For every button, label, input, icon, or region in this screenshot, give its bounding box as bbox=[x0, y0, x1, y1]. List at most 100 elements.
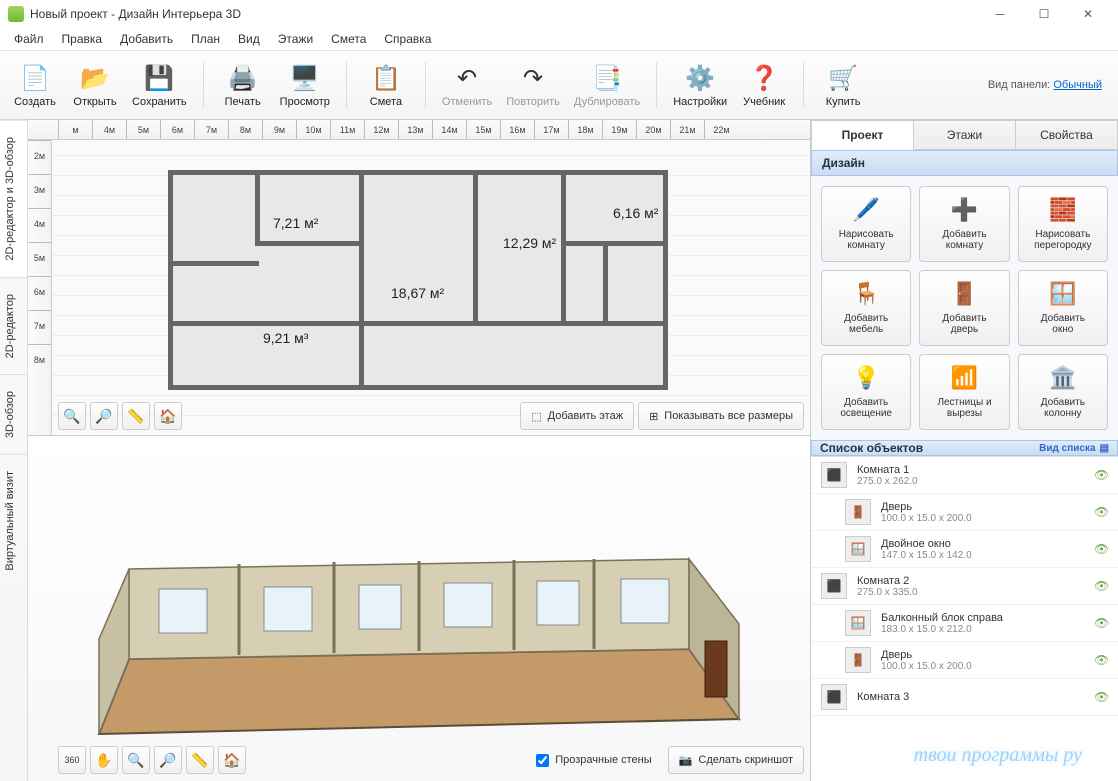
canvas-area: м4м5м6м7м8м9м10м11м12м13м14м15м16м17м18м… bbox=[28, 120, 810, 781]
zoom-in-3d-button[interactable]: 🔎 bbox=[154, 746, 182, 774]
ruler-horizontal: м4м5м6м7м8м9м10м11м12м13м14м15м16м17м18м… bbox=[28, 120, 810, 140]
tool-grid: 🖊️Нарисоватькомнату➕Добавитькомнату🧱Нари… bbox=[811, 176, 1118, 440]
tool-add-window[interactable]: 🪟Добавитьокно bbox=[1018, 270, 1108, 346]
zoom-out-button[interactable]: 🔍 bbox=[58, 402, 86, 430]
object-item[interactable]: 🪟Двойное окно147.0 x 15.0 x 142.0👁 bbox=[811, 531, 1118, 568]
add-room-icon: ➕ bbox=[950, 197, 978, 225]
visibility-icon[interactable]: 👁 bbox=[1094, 653, 1108, 667]
undo-button[interactable]: ↶Отменить bbox=[436, 58, 498, 112]
tool-stairs[interactable]: 📶Лестницы ивырезы bbox=[919, 354, 1009, 430]
tool-add-column[interactable]: 🏛️Добавитьколонну bbox=[1018, 354, 1108, 430]
wall[interactable] bbox=[561, 241, 665, 246]
transparent-walls-checkbox[interactable]: Прозрачные стены bbox=[536, 754, 651, 767]
visibility-icon[interactable]: 👁 bbox=[1094, 542, 1108, 556]
close-button[interactable]: ✕ bbox=[1066, 0, 1110, 28]
side-tabs: 2D-редактор и 3D-обзор2D-редактор3D-обзо… bbox=[0, 120, 28, 781]
titlebar: Новый проект - Дизайн Интерьера 3D ─ ☐ ✕ bbox=[0, 0, 1118, 28]
buy-button[interactable]: 🛒Купить bbox=[814, 58, 872, 112]
room-icon: ⬛ bbox=[821, 684, 847, 710]
wall[interactable] bbox=[603, 241, 608, 321]
add-door-icon: 🚪 bbox=[950, 281, 978, 309]
visibility-icon[interactable]: 👁 bbox=[1094, 579, 1108, 593]
ruler-3d-button[interactable]: 📏 bbox=[186, 746, 214, 774]
menu-Вид[interactable]: Вид bbox=[230, 30, 268, 48]
menu-Справка[interactable]: Справка bbox=[376, 30, 439, 48]
open-button[interactable]: 📂Открыть bbox=[66, 58, 124, 112]
visibility-icon[interactable]: 👁 bbox=[1094, 468, 1108, 482]
wall[interactable] bbox=[561, 175, 566, 325]
maximize-button[interactable]: ☐ bbox=[1022, 0, 1066, 28]
tool-add-furn[interactable]: 🪑Добавитьмебель bbox=[821, 270, 911, 346]
floorplan[interactable]: 7,21 м²18,67 м²12,29 м²6,16 м²9,21 м³ bbox=[168, 170, 668, 390]
panel-mode: Вид панели: Обычный bbox=[988, 79, 1112, 91]
wall[interactable] bbox=[473, 175, 478, 321]
camera-icon: 📷 bbox=[679, 754, 693, 767]
home-3d-button[interactable]: 🏠 bbox=[218, 746, 246, 774]
right-tab-Этажи[interactable]: Этажи bbox=[914, 120, 1016, 150]
window-icon: 🪟 bbox=[845, 536, 871, 562]
tool-draw-room[interactable]: 🖊️Нарисоватькомнату bbox=[821, 186, 911, 262]
help-button[interactable]: ❓Учебник bbox=[735, 58, 793, 112]
menu-План[interactable]: План bbox=[183, 30, 228, 48]
home-button[interactable]: 🏠 bbox=[154, 402, 182, 430]
visibility-icon[interactable]: 👁 bbox=[1094, 505, 1108, 519]
new-button[interactable]: 📄Создать bbox=[6, 58, 64, 112]
visibility-icon[interactable]: 👁 bbox=[1094, 616, 1108, 630]
menu-Правка[interactable]: Правка bbox=[54, 30, 111, 48]
object-item[interactable]: 🚪Дверь100.0 x 15.0 x 200.0👁 bbox=[811, 642, 1118, 679]
tool-add-room[interactable]: ➕Добавитькомнату bbox=[919, 186, 1009, 262]
dup-icon: 📑 bbox=[591, 62, 623, 94]
dims-icon: ⊞ bbox=[649, 410, 658, 423]
object-item[interactable]: ⬛Комната 3👁 bbox=[811, 679, 1118, 716]
open-icon: 📂 bbox=[79, 62, 111, 94]
dup-button[interactable]: 📑Дублировать bbox=[568, 58, 646, 112]
zoom-out-3d-button[interactable]: 🔍 bbox=[122, 746, 150, 774]
object-item[interactable]: ⬛Комната 2275.0 x 335.0👁 bbox=[811, 568, 1118, 605]
redo-button[interactable]: ↷Повторить bbox=[500, 58, 566, 112]
tool-add-light[interactable]: 💡Добавитьосвещение bbox=[821, 354, 911, 430]
pan-button[interactable]: ✋ bbox=[90, 746, 118, 774]
estimate-icon: 📋 bbox=[370, 62, 402, 94]
wall[interactable] bbox=[173, 321, 665, 326]
right-tab-Свойства[interactable]: Свойства bbox=[1016, 120, 1118, 150]
side-tab-1[interactable]: 2D-редактор bbox=[0, 277, 27, 374]
tool-add-door[interactable]: 🚪Добавитьдверь bbox=[919, 270, 1009, 346]
wall[interactable] bbox=[255, 241, 363, 246]
plan-3d-view[interactable]: 360 ✋ 🔍 🔎 📏 🏠 Прозрачные стены 📷Сделать … bbox=[28, 436, 810, 781]
menu-Этажи[interactable]: Этажи bbox=[270, 30, 321, 48]
object-item[interactable]: 🚪Дверь100.0 x 15.0 x 200.0👁 bbox=[811, 494, 1118, 531]
minimize-button[interactable]: ─ bbox=[978, 0, 1022, 28]
zoom-in-button[interactable]: 🔎 bbox=[90, 402, 118, 430]
wall[interactable] bbox=[255, 175, 260, 241]
side-tab-2[interactable]: 3D-обзор bbox=[0, 374, 27, 454]
object-list[interactable]: ⬛Комната 1275.0 x 262.0👁🚪Дверь100.0 x 15… bbox=[811, 456, 1118, 781]
rotate-360-button[interactable]: 360 bbox=[58, 746, 86, 774]
menu-Добавить[interactable]: Добавить bbox=[112, 30, 181, 48]
add-floor-button[interactable]: ⬚Добавить этаж bbox=[520, 402, 634, 430]
screenshot-button[interactable]: 📷Сделать скриншот bbox=[668, 746, 804, 774]
estimate-button[interactable]: 📋Смета bbox=[357, 58, 415, 112]
side-tab-3[interactable]: Виртуальный визит bbox=[0, 454, 27, 587]
tool-draw-wall[interactable]: 🧱Нарисоватьперегородку bbox=[1018, 186, 1108, 262]
save-button[interactable]: 💾Сохранить bbox=[126, 58, 193, 112]
visibility-icon[interactable]: 👁 bbox=[1094, 690, 1108, 704]
add-column-icon: 🏛️ bbox=[1049, 365, 1077, 393]
show-dims-button[interactable]: ⊞Показывать все размеры bbox=[638, 402, 804, 430]
wall[interactable] bbox=[359, 175, 364, 385]
print-button[interactable]: 🖨️Печать bbox=[214, 58, 272, 112]
preview-button[interactable]: 🖥️Просмотр bbox=[274, 58, 336, 112]
panel-mode-link[interactable]: Обычный bbox=[1053, 79, 1102, 91]
ruler-button[interactable]: 📏 bbox=[122, 402, 150, 430]
wall[interactable] bbox=[173, 261, 259, 266]
list-mode-link[interactable]: Вид списка ▤ bbox=[1039, 443, 1109, 454]
menu-Смета[interactable]: Смета bbox=[323, 30, 374, 48]
settings-button[interactable]: ⚙️Настройки bbox=[667, 58, 733, 112]
menu-Файл[interactable]: Файл bbox=[6, 30, 52, 48]
add-window-icon: 🪟 bbox=[1049, 281, 1077, 309]
door-icon: 🚪 bbox=[845, 647, 871, 673]
side-tab-0[interactable]: 2D-редактор и 3D-обзор bbox=[0, 120, 27, 277]
object-item[interactable]: ⬛Комната 1275.0 x 262.0👁 bbox=[811, 457, 1118, 494]
object-item[interactable]: 🪟Балконный блок справа183.0 x 15.0 x 212… bbox=[811, 605, 1118, 642]
plan-2d-view[interactable]: 2м3м4м5м6м7м8м 7,21 м²18,67 м²12,29 м²6,… bbox=[28, 140, 810, 436]
right-tab-Проект[interactable]: Проект bbox=[811, 120, 914, 150]
